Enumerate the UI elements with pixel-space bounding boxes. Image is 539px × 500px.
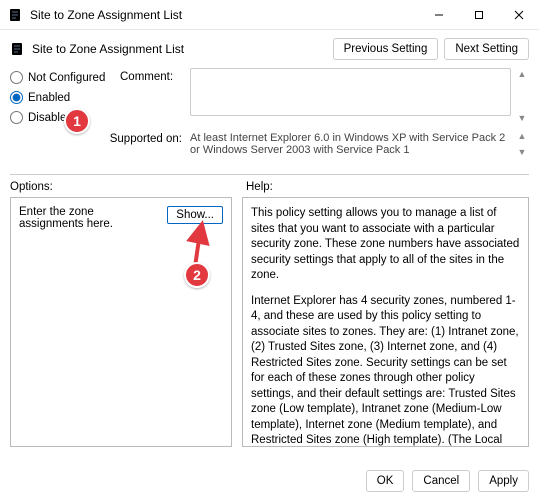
radio-enabled-label: Enabled — [28, 92, 70, 104]
comment-label: Comment: — [120, 68, 190, 83]
dialog-footer: OK Cancel Apply — [0, 462, 539, 500]
help-pane[interactable]: This policy setting allows you to manage… — [242, 197, 529, 447]
window-title: Site to Zone Assignment List — [30, 8, 419, 22]
policy-icon — [10, 41, 26, 57]
options-text: Enter the zone assignments here. — [19, 206, 161, 230]
options-label: Options: — [10, 181, 232, 193]
apply-button[interactable]: Apply — [478, 470, 529, 492]
radio-not-configured-input[interactable] — [10, 71, 23, 84]
next-setting-button[interactable]: Next Setting — [444, 38, 529, 60]
annotation-badge-2: 2 — [184, 262, 210, 288]
radio-not-configured-label: Not Configured — [28, 72, 105, 84]
panes: Enter the zone assignments here. Show...… — [0, 197, 539, 447]
supported-spin: ▲ ▼ — [515, 130, 529, 158]
radio-enabled-input[interactable] — [10, 91, 23, 104]
ok-button[interactable]: OK — [366, 470, 405, 492]
radio-not-configured[interactable]: Not Configured — [10, 71, 120, 84]
help-paragraph: This policy setting allows you to manage… — [251, 206, 520, 284]
comment-spin: ▲ ▼ — [515, 68, 529, 124]
annotation-badge-1: 1 — [64, 108, 90, 134]
maximize-button[interactable] — [459, 0, 499, 29]
spin-down-icon[interactable]: ▼ — [515, 146, 529, 158]
supported-on-text: At least Internet Explorer 6.0 in Window… — [190, 130, 511, 158]
previous-setting-button[interactable]: Previous Setting — [333, 38, 439, 60]
close-button[interactable] — [499, 0, 539, 29]
spin-up-icon[interactable]: ▲ — [515, 68, 529, 80]
show-button[interactable]: Show... — [167, 206, 223, 224]
window-controls — [419, 0, 539, 29]
spin-up-icon[interactable]: ▲ — [515, 130, 529, 142]
title-bar: Site to Zone Assignment List — [0, 0, 539, 30]
help-label: Help: — [246, 181, 273, 193]
comment-input[interactable] — [190, 68, 511, 116]
minimize-button[interactable] — [419, 0, 459, 29]
policy-header: Site to Zone Assignment List Previous Se… — [0, 30, 539, 66]
supported-on-label: Supported on: — [10, 130, 190, 145]
spin-down-icon[interactable]: ▼ — [515, 112, 529, 124]
divider — [10, 174, 529, 175]
options-pane: Enter the zone assignments here. Show... — [10, 197, 232, 447]
radio-disabled-input[interactable] — [10, 111, 23, 124]
radio-enabled[interactable]: Enabled — [10, 91, 120, 104]
cancel-button[interactable]: Cancel — [412, 470, 470, 492]
help-paragraph: Internet Explorer has 4 security zones, … — [251, 294, 520, 447]
policy-icon — [8, 7, 24, 23]
panes-header: Options: Help: — [0, 181, 539, 197]
policy-title: Site to Zone Assignment List — [32, 42, 333, 56]
